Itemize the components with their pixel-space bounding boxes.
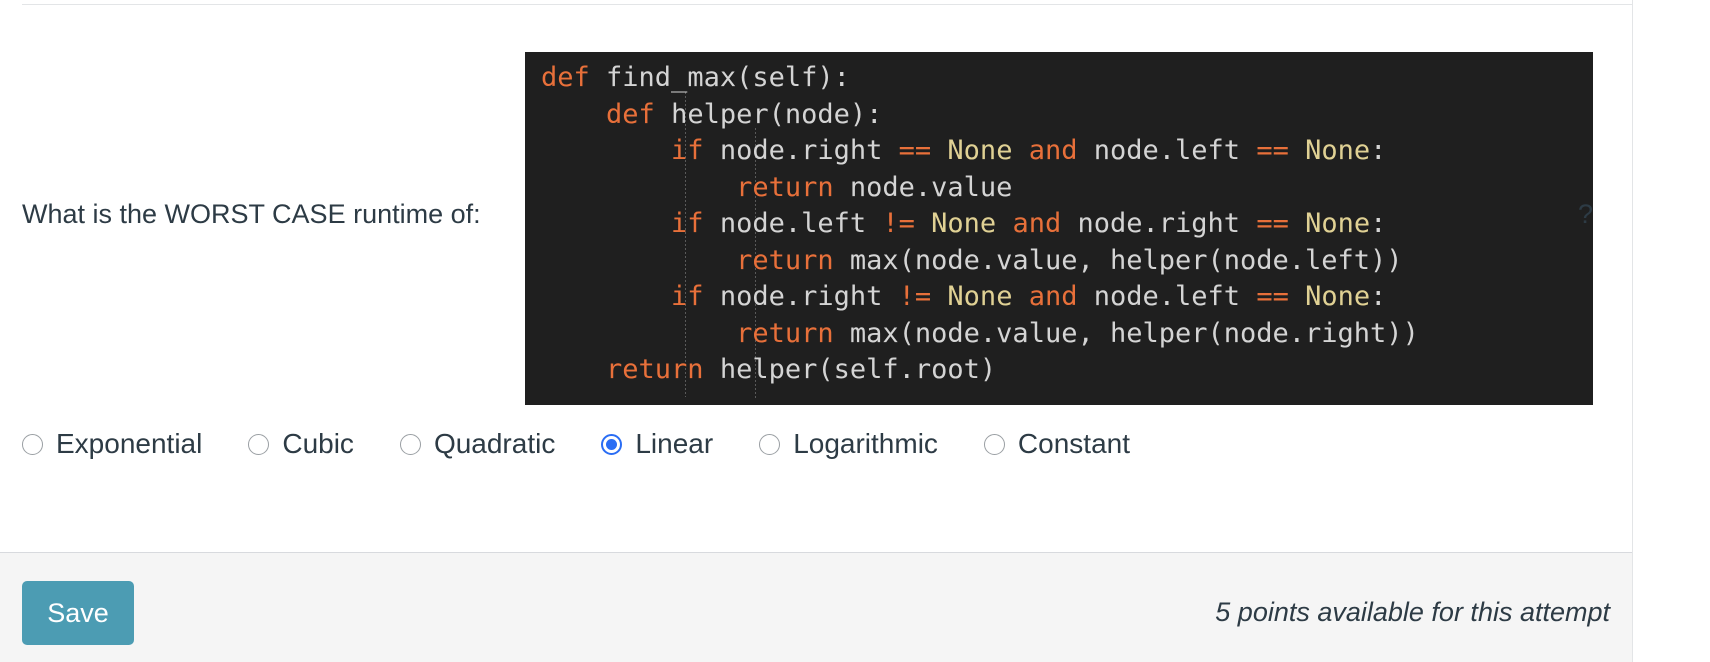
- code-token: None: [1305, 135, 1371, 166]
- answer-option-cubic[interactable]: Cubic: [248, 429, 354, 459]
- code-token: :: [1370, 135, 1387, 166]
- code-token: node.right: [1061, 208, 1257, 239]
- answer-option-quadratic[interactable]: Quadratic: [399, 428, 556, 459]
- save-button[interactable]: Save: [22, 581, 134, 645]
- answer-option-exponential[interactable]: Exponential: [22, 429, 202, 459]
- code-token: if: [671, 281, 704, 312]
- question-body: What is the WORST CASE runtime of: def f…: [0, 5, 1632, 552]
- code-token: None: [947, 281, 1013, 312]
- code-token: node.right: [703, 281, 899, 312]
- code-token: node.left: [1077, 281, 1257, 312]
- code-token: !=: [882, 208, 915, 239]
- code-token: and: [1012, 208, 1062, 239]
- question-prompt: What is the WORST CASE runtime of: def f…: [22, 27, 1612, 405]
- radio-button-exponential[interactable]: [22, 433, 43, 455]
- question-footer: Save 5 points available for this attempt: [0, 552, 1632, 662]
- code-token: helper(self.root): [703, 354, 997, 385]
- code-token: None: [1305, 208, 1371, 239]
- code-token: def: [606, 98, 655, 130]
- code-token: :: [1370, 281, 1387, 312]
- code-token: ==: [1256, 281, 1289, 312]
- code-token: max(node.value, helper(node.right)): [833, 317, 1419, 349]
- code-token: node.left: [1077, 135, 1257, 166]
- code-token: ==: [1256, 135, 1289, 166]
- code-token: and: [1028, 135, 1078, 166]
- page-right-gutter: [1633, 0, 1710, 662]
- code-token: helper(node):: [654, 98, 883, 130]
- answer-option-label: Cubic: [282, 428, 354, 459]
- answer-option-constant[interactable]: Constant: [983, 428, 1130, 459]
- code-token: find_max(self):: [589, 62, 850, 93]
- code-token: node.left: [703, 208, 883, 239]
- code-token: if: [671, 135, 704, 166]
- code-token: return: [606, 354, 704, 385]
- answer-option-label: Exponential: [56, 428, 203, 459]
- answer-option-label: Linear: [635, 428, 714, 459]
- answer-option-logarithmic[interactable]: Logarithmic: [759, 429, 938, 459]
- code-token: return: [736, 317, 834, 349]
- answer-option-label: Quadratic: [433, 428, 556, 459]
- code-token: node.right: [703, 135, 899, 166]
- radio-button-constant[interactable]: [983, 433, 1005, 455]
- code-token: None: [1305, 281, 1371, 312]
- code-token: :: [1370, 208, 1387, 239]
- code-token: None: [947, 135, 1013, 166]
- code-token: node.value: [833, 171, 1013, 203]
- code-token: ==: [898, 135, 932, 166]
- answer-option-label: Logarithmic: [793, 428, 938, 459]
- question-card: What is the WORST CASE runtime of: def f…: [0, 0, 1633, 662]
- code-snippet-block: def find_max(self): def helper(node): if…: [525, 52, 1593, 405]
- answer-options-list: Exponential Cubic Quadratic Linear Logarithm…: [22, 422, 1176, 466]
- code-token: !=: [898, 281, 932, 312]
- code-token: return: [736, 171, 834, 203]
- code-token: def: [541, 62, 590, 93]
- code-token: None: [931, 208, 997, 239]
- code-snippet-text: def find_max(self): def helper(node): if…: [541, 60, 1419, 389]
- answer-option-linear[interactable]: Linear: [601, 429, 713, 459]
- code-token: return: [736, 244, 834, 276]
- code-token: ==: [1256, 208, 1289, 239]
- radio-button-cubic[interactable]: [248, 433, 270, 455]
- code-token: max(node.value, helper(node.left)): [833, 244, 1403, 276]
- radio-button-logarithmic[interactable]: [759, 433, 781, 455]
- answer-option-label: Constant: [1017, 428, 1130, 459]
- question-prompt-suffix: ?: [1578, 199, 1594, 229]
- code-token: if: [671, 208, 704, 239]
- question-prompt-prefix: What is the WORST CASE runtime of:: [22, 199, 481, 229]
- points-available-note: 5 points available for this attempt: [1215, 597, 1610, 627]
- radio-button-linear[interactable]: [601, 433, 623, 455]
- code-token: and: [1028, 281, 1078, 312]
- radio-button-quadratic[interactable]: [399, 433, 421, 455]
